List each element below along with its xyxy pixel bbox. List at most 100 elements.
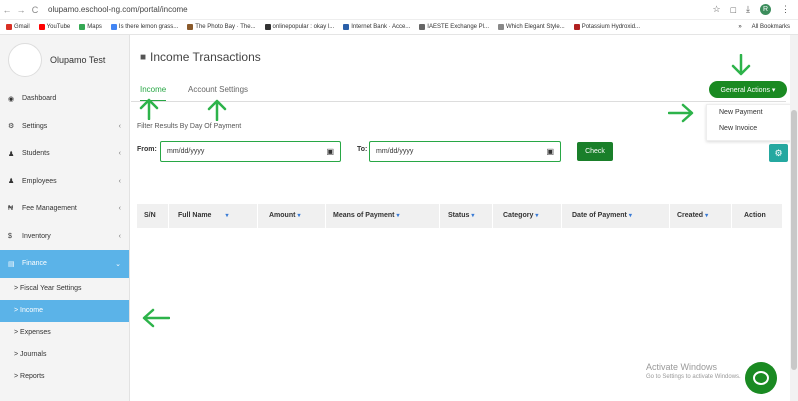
scrollbar-thumb[interactable] <box>791 110 797 370</box>
table-settings-button[interactable]: ⚙ <box>769 144 788 162</box>
sort-icon: ▾ <box>297 213 301 219</box>
school-logo <box>8 43 42 77</box>
sidebar-item-label: Students <box>22 150 50 158</box>
star-icon[interactable]: ☆ <box>713 4 721 15</box>
column-header-action: Action <box>744 212 766 219</box>
chemical-icon <box>573 24 580 30</box>
bookmark-item[interactable]: Potassium Hydroxid... <box>573 24 640 30</box>
scrollbar[interactable] <box>790 35 798 401</box>
bookmark-item[interactable]: Which Elegant Style... <box>498 24 565 30</box>
chat-button[interactable] <box>745 362 777 394</box>
sidebar-item-employees[interactable]: ♟ Employees ‹ <box>0 168 129 196</box>
chevron-left-icon: ‹ <box>118 150 121 158</box>
iaeste-icon <box>419 24 426 30</box>
general-actions-button[interactable]: General Actions ▾ <box>709 81 787 98</box>
windows-activation-watermark: Activate Windows Go to Settings to activ… <box>646 362 741 380</box>
gmail-icon <box>6 24 12 30</box>
column-divider <box>669 204 670 228</box>
column-header-created[interactable]: Created ▾ <box>677 212 708 219</box>
bookmark-item[interactable]: The Photo Bay · The... <box>187 24 256 30</box>
sort-icon: ▾ <box>396 213 400 219</box>
sort-icon: ▾ <box>535 213 539 219</box>
new-payment-menu-item[interactable]: New Payment <box>707 105 791 121</box>
check-button[interactable]: Check <box>577 142 613 161</box>
to-date-input[interactable]: mm/dd/yyyy ▣ <box>369 141 561 162</box>
sidebar-item-finance[interactable]: ▤ Finance ⌄ <box>0 250 129 278</box>
sidebar-subitem-income[interactable]: > Income <box>0 299 129 322</box>
address-bar[interactable]: olupamo.eschool-ng.com/portal/income <box>48 5 713 14</box>
filter-label: Filter Results By Day Of Payment <box>137 123 242 130</box>
maps-icon <box>79 24 86 30</box>
column-header-category[interactable]: Category ▾ <box>503 212 538 219</box>
main-content: ■ Income Transactions Income Account Set… <box>131 35 798 401</box>
sidebar-subitem-reports[interactable]: > Reports <box>0 366 129 388</box>
forward-icon[interactable]: → <box>14 5 28 15</box>
profile-avatar[interactable]: R <box>760 4 771 15</box>
gear-icon: ⚙ <box>8 123 15 131</box>
from-label: From: <box>137 146 157 153</box>
sort-icon: ▾ <box>705 213 709 219</box>
column-header-date-of-payment[interactable]: Date of Payment ▾ <box>572 212 632 219</box>
sidebar-item-label: Fee Management <box>22 205 77 213</box>
column-divider <box>492 204 493 228</box>
calendar-icon[interactable]: ▣ <box>326 147 334 156</box>
column-header-full-name[interactable]: Full Name ▾ <box>178 212 228 219</box>
google-icon <box>110 24 117 30</box>
all-bookmarks-folder[interactable]: All Bookmarks <box>752 24 790 30</box>
sidebar-subitem-expenses[interactable]: > Expenses <box>0 322 129 344</box>
page-title-text: Income Transactions <box>150 50 261 64</box>
youtube-icon <box>38 24 45 30</box>
bank-icon <box>343 24 350 30</box>
chevron-down-icon: ⌄ <box>115 260 121 268</box>
dollar-icon: $ <box>8 232 12 240</box>
sort-icon: ▾ <box>628 213 632 219</box>
photo-bay-icon <box>187 24 194 30</box>
column-header-amount[interactable]: Amount ▾ <box>269 212 300 219</box>
sidebar-subitem-journals[interactable]: > Journals <box>0 344 129 366</box>
sidebar-item-students[interactable]: ♟ Students ‹ <box>0 140 129 168</box>
school-name: Olupamo Test <box>50 55 106 65</box>
bookmark-item[interactable]: YouTube <box>38 24 70 30</box>
chevron-left-icon: ‹ <box>118 177 121 185</box>
bookmark-item[interactable]: IAESTE Exchange Pl... <box>419 24 489 30</box>
chat-bubble-icon <box>753 371 769 385</box>
column-header-status[interactable]: Status ▾ <box>448 212 474 219</box>
sidebar-item-settings[interactable]: ⚙ Settings ‹ <box>0 113 129 141</box>
sidebar: Olupamo Test ◉ Dashboard ⚙ Settings ‹ ♟ Stud… <box>0 35 130 401</box>
browser-menu-icon[interactable]: ⋮ <box>781 4 790 15</box>
chevron-left-icon: ‹ <box>118 122 121 130</box>
table-header: S/N Full Name ▾ Amount ▾ Means of Payment ▾… <box>137 204 782 228</box>
from-date-input[interactable]: mm/dd/yyyy ▣ <box>160 141 341 162</box>
column-header-sn: S/N <box>144 212 156 219</box>
bookmark-item[interactable]: Maps <box>79 24 102 30</box>
column-divider <box>168 204 169 228</box>
bookmark-item[interactable]: Is there lemon grass... <box>110 24 178 30</box>
reload-icon[interactable]: C <box>28 5 42 15</box>
column-divider <box>439 204 440 228</box>
back-icon[interactable]: ← <box>0 5 14 15</box>
column-divider <box>561 204 562 228</box>
download-icon[interactable]: ⤓ <box>746 4 750 15</box>
sidebar-item-dashboard[interactable]: ◉ Dashboard <box>0 85 129 113</box>
sidebar-item-label: Finance <box>22 260 47 268</box>
extensions-icon[interactable]: □ <box>731 5 736 15</box>
sidebar-subitem-fiscal-year-settings[interactable]: > Fiscal Year Settings <box>0 278 129 300</box>
new-invoice-menu-item[interactable]: New Invoice <box>707 121 791 137</box>
chevron-left-icon: ‹ <box>118 205 121 213</box>
column-header-means-of-payment[interactable]: Means of Payment ▾ <box>333 212 399 219</box>
general-actions-dropdown: New Payment New Invoice <box>706 104 792 141</box>
browser-toolbar: ← → C olupamo.eschool-ng.com/portal/inco… <box>0 0 798 20</box>
sidebar-item-fee-management[interactable]: ₦ Fee Management ‹ <box>0 195 129 223</box>
bookmark-item[interactable]: Internet Bank · Acce... <box>343 24 410 30</box>
calendar-icon[interactable]: ▣ <box>546 147 554 156</box>
sidebar-item-inventory[interactable]: $ Inventory ‹ <box>0 223 129 251</box>
column-divider <box>731 204 732 228</box>
finance-icon: ▤ <box>8 260 15 268</box>
gear-icon: ⚙ <box>774 147 783 158</box>
column-divider <box>325 204 326 228</box>
bookmark-item[interactable]: onlinepopular : okay l... <box>264 24 334 30</box>
dashboard-icon: ◉ <box>8 95 15 103</box>
bookmark-item[interactable]: Gmail <box>6 24 30 30</box>
tab-account-settings[interactable]: Account Settings <box>188 85 248 94</box>
more-bookmarks-icon[interactable]: » <box>738 24 741 30</box>
